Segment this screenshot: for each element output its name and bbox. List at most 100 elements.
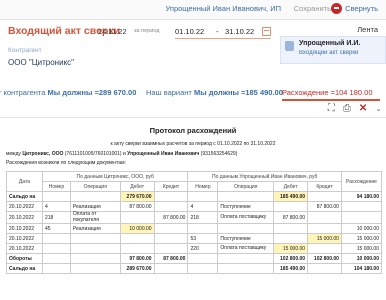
cell-difference bbox=[340, 201, 383, 212]
table-row: Сальдо на 279 670.00 185 490.00 94 180.0… bbox=[6, 191, 383, 202]
col-operation-contractor: Операция bbox=[69, 181, 121, 192]
contractor-variant-value: Мы должны =289 670.00 bbox=[47, 88, 137, 97]
our-variant: Наш вариант Мы должны =185 490.00 bbox=[146, 88, 283, 97]
cell-credit: 102 800.00 bbox=[307, 253, 342, 264]
feed-title[interactable]: Лента bbox=[357, 25, 378, 34]
period-from-field[interactable]: 01.10.22 bbox=[175, 27, 204, 36]
cell-credit bbox=[307, 263, 342, 274]
cell-credit bbox=[153, 233, 189, 244]
feed-item[interactable]: Упрощенный И.И. Входящий акт сверки bbox=[280, 36, 386, 64]
cell-credit bbox=[153, 201, 189, 212]
minus-circle-icon bbox=[331, 3, 343, 14]
cell-credit bbox=[153, 191, 189, 202]
cell-difference: 15 000.00 bbox=[340, 233, 383, 244]
feed-author: Упрощенный И.И. bbox=[299, 40, 361, 47]
period-to-field[interactable]: 31.10.22 bbox=[225, 27, 254, 36]
protocol-subtitle: к акту сверки взаимных расчетов за перио… bbox=[110, 141, 276, 147]
document-date[interactable]: 24.11.22 bbox=[98, 27, 127, 36]
cell-difference: 94 180.00 bbox=[340, 191, 383, 202]
active-tab-underline bbox=[282, 99, 380, 101]
cell-operation: Оплата поставщику bbox=[217, 243, 275, 254]
protocol-note: Расхождения возникли по следующим докуме… bbox=[6, 160, 126, 166]
cell-date: Сальдо на bbox=[6, 263, 43, 274]
cell-debit: 279 670.00 bbox=[119, 191, 155, 202]
cell-number: 4 bbox=[41, 201, 71, 212]
cell-credit bbox=[153, 243, 189, 254]
table-row: 20.10.2022 45 Реализация 10 000.00 10 00… bbox=[6, 223, 383, 234]
totals-row: Обороты 97 800.00 87 800.00 102 800.00 1… bbox=[6, 253, 383, 264]
cell-date: 20.10.2022 bbox=[6, 201, 43, 212]
chevron-down-icon[interactable]: ⌄ bbox=[375, 103, 382, 115]
contractor-label: Контрагент bbox=[8, 47, 42, 54]
cell-credit bbox=[307, 191, 342, 202]
avatar bbox=[285, 41, 294, 51]
cell-debit bbox=[273, 233, 309, 244]
delete-icon[interactable]: ✕ bbox=[359, 103, 367, 115]
cell-operation: Реализация bbox=[69, 223, 121, 234]
cell-operation: Оплата поставщику bbox=[217, 211, 275, 224]
cell-credit bbox=[153, 263, 189, 274]
cell-credit bbox=[307, 243, 342, 254]
cell-number: 45 bbox=[41, 223, 71, 234]
expand-icon[interactable]: ⛶ bbox=[328, 103, 335, 115]
cell-number bbox=[41, 233, 71, 244]
table-row: 20.10.2022 220 Оплата поставщику 15 000.… bbox=[6, 243, 383, 254]
col-operation-ours: Операция bbox=[217, 181, 275, 192]
table-row: 20.10.2022 4 Реализация 87 800.00 4 Пост… bbox=[6, 201, 383, 212]
difference-tab[interactable]: Расхождение =104 180.00 bbox=[282, 88, 373, 97]
collapse-button[interactable]: Свернуть bbox=[331, 3, 378, 14]
cell-number bbox=[187, 263, 219, 274]
our-variant-value: Мы должны =185 490.00 bbox=[193, 88, 283, 97]
party-ours-ids: (931563254629) bbox=[200, 151, 238, 157]
cell-debit: 15 000.00 bbox=[273, 243, 309, 254]
print-icon[interactable]: ⎙ bbox=[343, 103, 351, 115]
col-date: Дата bbox=[6, 171, 43, 192]
cell-operation bbox=[217, 253, 275, 264]
cell-debit: 10 000.00 bbox=[119, 223, 155, 234]
cell-number bbox=[187, 223, 219, 234]
cell-operation bbox=[217, 191, 275, 202]
cell-operation bbox=[217, 223, 275, 234]
cell-number: 218 bbox=[41, 211, 71, 224]
cell-date: 20.10.2022 bbox=[6, 233, 43, 244]
protocol-parties: между Цитроникс, ООО (7611101005/7601010… bbox=[6, 151, 237, 157]
table-row: 20.10.2022 218 Оплата от покупателя 87 8… bbox=[6, 211, 383, 224]
cell-debit: 87 800.00 bbox=[273, 211, 309, 224]
cell-operation bbox=[69, 191, 121, 202]
save-button[interactable]: Сохранить bbox=[294, 4, 331, 13]
cell-number: 220 bbox=[187, 243, 219, 254]
current-user-link[interactable]: Упрощенный Иван Иванович, ИП bbox=[165, 4, 281, 13]
table-row: 20.10.2022 53 Поступление 15 000.00 15 0… bbox=[6, 233, 383, 244]
cell-credit bbox=[307, 211, 342, 224]
cell-debit: 102 800.00 bbox=[273, 253, 309, 264]
col-credit-contractor: Кредит bbox=[153, 181, 189, 192]
feed-text: Входящий акт сверки bbox=[299, 50, 359, 56]
cell-operation bbox=[69, 243, 121, 254]
col-debit-ours: Дебет bbox=[273, 181, 309, 192]
contractor-field[interactable]: ООО "Цитроникс" bbox=[8, 58, 74, 67]
col-number-contractor: Номер bbox=[41, 181, 71, 192]
period-dash: - bbox=[216, 27, 219, 36]
party-ours: Упрощенный Иван Иванович bbox=[127, 151, 200, 157]
cell-operation bbox=[69, 253, 121, 264]
cell-credit: 87 800.00 bbox=[153, 211, 189, 224]
cell-credit: 87 800.00 bbox=[307, 201, 342, 212]
calendar-icon[interactable] bbox=[262, 27, 271, 36]
collapse-label: Свернуть bbox=[345, 4, 378, 13]
col-difference: Расхождение bbox=[340, 171, 383, 192]
col-number-ours: Номер bbox=[187, 181, 219, 192]
cell-difference: 10 000.00 bbox=[340, 253, 383, 264]
cell-operation: Поступление bbox=[217, 233, 275, 244]
cell-number bbox=[41, 253, 71, 264]
cell-operation bbox=[69, 233, 121, 244]
period-prefix: за период bbox=[134, 28, 160, 34]
cell-number bbox=[41, 191, 71, 202]
group-contractor-header: По данным Цитроникс, ООО, руб bbox=[41, 171, 189, 182]
cell-debit: 97 800.00 bbox=[119, 253, 155, 264]
cell-difference: 104 180.00 bbox=[340, 263, 383, 274]
cell-date: Сальдо на bbox=[6, 191, 43, 202]
cell-operation: Поступление bbox=[217, 201, 275, 212]
cell-difference bbox=[340, 211, 383, 224]
cell-number bbox=[187, 253, 219, 264]
cell-debit bbox=[119, 233, 155, 244]
